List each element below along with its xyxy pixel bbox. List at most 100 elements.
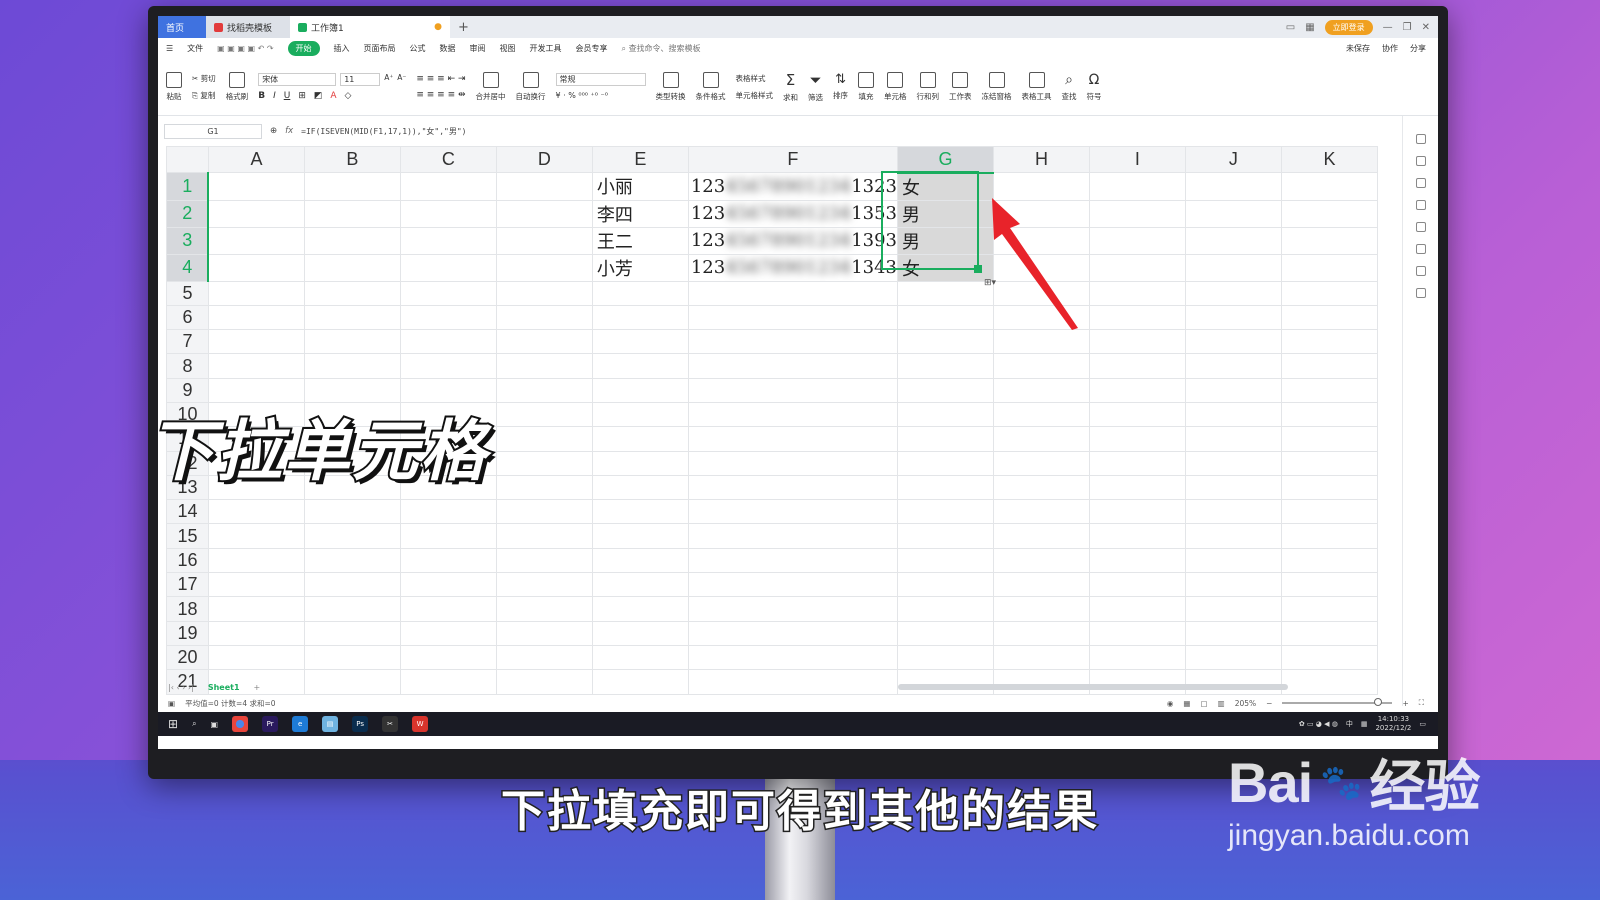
cell[interactable] xyxy=(687,280,899,306)
cell[interactable] xyxy=(591,426,689,452)
cell[interactable] xyxy=(1184,547,1282,574)
number-format-select[interactable]: 常规 xyxy=(555,73,646,86)
cell[interactable] xyxy=(1184,596,1282,622)
cell[interactable] xyxy=(303,280,401,306)
shrink-font-icon[interactable]: A⁻ xyxy=(397,73,406,86)
symbol-button[interactable]: Ω 符号 xyxy=(1087,72,1102,102)
cell[interactable] xyxy=(897,620,994,646)
photoshop-icon[interactable]: Ps xyxy=(352,716,369,732)
cell[interactable] xyxy=(207,353,305,379)
help-icon[interactable] xyxy=(1415,222,1426,232)
zoom-level[interactable]: 205% xyxy=(1235,699,1256,708)
cell[interactable] xyxy=(591,572,689,598)
row-header[interactable]: 18 xyxy=(166,596,209,622)
row-header[interactable]: 3 xyxy=(166,226,210,255)
cell[interactable] xyxy=(1184,474,1282,501)
cell[interactable] xyxy=(399,547,497,574)
cell[interactable] xyxy=(495,426,593,452)
name-box[interactable]: G1 xyxy=(164,123,262,139)
merge-center-button[interactable]: 合并居中 xyxy=(476,71,506,102)
cell[interactable] xyxy=(992,474,1090,501)
column-header-i[interactable]: I xyxy=(1088,146,1186,173)
book-icon[interactable] xyxy=(1415,288,1426,298)
column-header-j[interactable]: J xyxy=(1184,146,1282,173)
cell[interactable] xyxy=(897,572,994,598)
sheet-tab-sheet1[interactable]: Sheet1 xyxy=(208,683,240,692)
cell[interactable] xyxy=(1184,172,1282,201)
menu-home[interactable]: 开始 xyxy=(287,40,320,56)
cell[interactable] xyxy=(992,353,1090,379)
cell[interactable] xyxy=(1280,172,1379,201)
cell[interactable] xyxy=(1280,499,1379,525)
cell[interactable] xyxy=(897,426,994,452)
cell[interactable] xyxy=(495,572,593,598)
cell[interactable] xyxy=(399,280,497,306)
cell[interactable] xyxy=(1280,253,1379,282)
cell[interactable] xyxy=(207,620,305,646)
cell[interactable] xyxy=(207,172,305,201)
cell[interactable] xyxy=(1088,474,1186,501)
cell[interactable] xyxy=(992,450,1090,476)
menu-developer[interactable]: 开发工具 xyxy=(530,43,562,54)
cell[interactable] xyxy=(399,199,497,228)
cell[interactable] xyxy=(897,353,994,379)
close-icon[interactable]: ✕ xyxy=(1422,22,1430,33)
horizontal-align-icons[interactable]: ≡ ≡ ≡ ≡ ⇹ xyxy=(416,90,465,100)
cell[interactable] xyxy=(1088,499,1186,525)
cell[interactable] xyxy=(591,499,689,525)
menu-member[interactable]: 会员专享 xyxy=(576,43,608,54)
cell[interactable] xyxy=(1088,199,1186,228)
cell[interactable] xyxy=(1280,523,1379,549)
column-header-e[interactable]: E xyxy=(591,146,689,173)
column-header-g[interactable]: G xyxy=(897,146,994,174)
menu-view[interactable]: 视图 xyxy=(500,43,516,54)
cell[interactable] xyxy=(591,523,689,549)
cell[interactable] xyxy=(1088,426,1186,452)
cell[interactable] xyxy=(399,572,497,598)
cell[interactable] xyxy=(1184,644,1282,671)
cell[interactable] xyxy=(303,499,401,525)
view-normal-icon[interactable]: ▦ xyxy=(1183,699,1190,708)
cell[interactable] xyxy=(495,253,593,282)
cell[interactable] xyxy=(1088,547,1186,574)
cell[interactable] xyxy=(1184,304,1282,331)
clock[interactable]: 14:10:33 2022/12/2 xyxy=(1375,715,1411,733)
fullscreen-icon[interactable]: ⛶ xyxy=(1419,698,1424,708)
location-icon[interactable] xyxy=(1415,266,1426,276)
cell[interactable] xyxy=(207,199,305,228)
cell[interactable] xyxy=(1184,426,1282,452)
taskbar-search-icon[interactable]: ⌕ xyxy=(192,719,196,729)
wps-icon[interactable]: W xyxy=(412,716,429,732)
cell[interactable] xyxy=(1088,644,1186,671)
cell[interactable] xyxy=(992,401,1090,428)
cell[interactable] xyxy=(303,172,401,201)
cell[interactable] xyxy=(897,596,994,622)
bold-icon[interactable]: B xyxy=(258,91,265,101)
cell[interactable] xyxy=(1280,620,1379,646)
cell[interactable] xyxy=(1184,353,1282,379)
cell[interactable] xyxy=(207,329,305,355)
select-all-corner[interactable] xyxy=(166,146,209,173)
cell[interactable] xyxy=(1184,377,1282,403)
cell[interactable] xyxy=(1088,253,1186,282)
type-convert-button[interactable]: 类型转换 xyxy=(656,71,686,102)
adjust-icon[interactable] xyxy=(1415,178,1426,188)
cell[interactable] xyxy=(495,474,593,501)
filter-button[interactable]: ⏷ 筛选 xyxy=(808,71,823,103)
restore-icon[interactable]: ❐ xyxy=(1403,22,1412,33)
grow-font-icon[interactable]: A⁺ xyxy=(384,73,393,86)
cell[interactable] xyxy=(1280,572,1379,598)
minimize-icon[interactable]: — xyxy=(1383,22,1393,33)
cell[interactable] xyxy=(207,596,305,622)
new-tab-button[interactable]: + xyxy=(450,20,477,35)
row-header[interactable]: 19 xyxy=(166,620,209,646)
fill-color-icon[interactable]: ◩ xyxy=(314,91,323,101)
view-page-icon[interactable]: ▢ xyxy=(1201,699,1208,708)
cell[interactable] xyxy=(591,377,689,403)
row-header[interactable]: 2 xyxy=(166,199,210,228)
cell[interactable] xyxy=(1184,329,1282,355)
cell[interactable] xyxy=(495,353,593,379)
cell[interactable] xyxy=(207,226,305,255)
copy-button[interactable]: ⎘ 复制 xyxy=(192,90,216,101)
table-style-button[interactable]: 表格样式 xyxy=(736,73,774,84)
